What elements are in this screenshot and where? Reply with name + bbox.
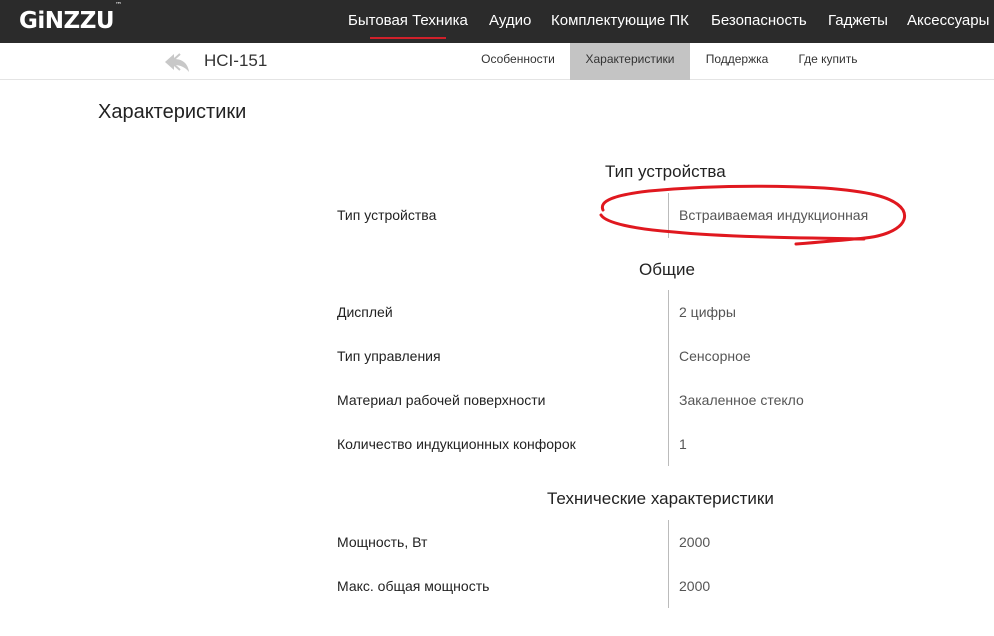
tab-features[interactable]: Особенности [470, 43, 566, 80]
column-divider [668, 520, 669, 608]
section-title-general: Общие [639, 260, 695, 279]
top-navigation-bar: GiNZZU™ Бытовая Техника Аудио Комплектую… [0, 0, 994, 43]
spec-label: Мощность, Вт [337, 534, 428, 550]
spec-value: 1 [679, 436, 687, 452]
nav-item-audio[interactable]: Аудио [489, 12, 531, 29]
spec-value: 2 цифры [679, 304, 736, 320]
red-annotation-scribble [599, 184, 906, 246]
section-title-technical: Технические характеристики [547, 489, 774, 508]
spec-label: Тип устройства [337, 207, 437, 223]
spec-label: Материал рабочей поверхности [337, 392, 546, 408]
nav-item-appliances[interactable]: Бытовая Техника [348, 12, 468, 29]
spec-value: Сенсорное [679, 348, 751, 364]
tab-specifications[interactable]: Характеристики [570, 43, 690, 80]
product-model: HCI-151 [204, 51, 268, 70]
spec-label: Тип управления [337, 348, 441, 364]
column-divider [668, 290, 669, 466]
spec-value: 2000 [679, 578, 711, 594]
spec-label: Макс. общая мощность [337, 578, 490, 594]
logo-trademark: ™ [115, 1, 122, 10]
nav-item-security[interactable]: Безопасность [711, 12, 807, 29]
spec-label: Дисплей [337, 304, 393, 320]
tab-where-to-buy[interactable]: Где купить [788, 43, 868, 80]
ginzzu-logo[interactable]: GiNZZU™ [19, 1, 122, 34]
section-title-device-type: Тип устройства [605, 162, 726, 181]
logo-text: GiNZZU [19, 8, 115, 34]
back-arrow-icon[interactable] [163, 51, 191, 73]
nav-item-pc-components[interactable]: Комплектующие ПК [551, 12, 689, 29]
page-title: Характеристики [98, 101, 247, 123]
nav-active-indicator [370, 37, 446, 39]
tab-support[interactable]: Поддержка [696, 43, 778, 80]
spec-label: Количество индукционных конфорок [337, 436, 576, 452]
nav-item-accessories[interactable]: Аксессуары [907, 12, 989, 29]
spec-value: Закаленное стекло [679, 392, 804, 408]
nav-item-gadgets[interactable]: Гаджеты [828, 12, 888, 29]
spec-value: 2000 [679, 534, 711, 550]
